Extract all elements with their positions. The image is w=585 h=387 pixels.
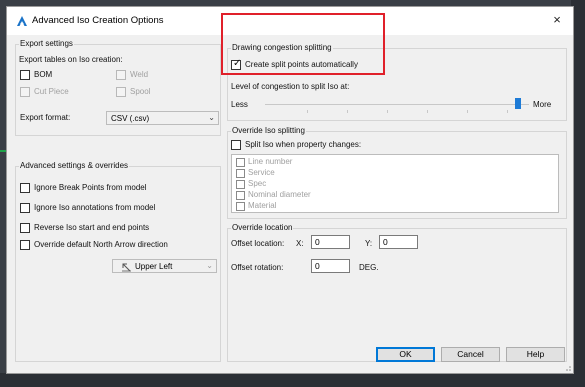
bom-label: BOM — [34, 70, 53, 79]
autocad-plant-icon — [17, 16, 27, 26]
override-iso-splitting-label: Override Iso splitting — [231, 126, 306, 135]
ignore-iso-annotations-checkbox[interactable] — [20, 203, 30, 213]
ignore-break-points-checkbox[interactable] — [20, 183, 30, 193]
slider-more-label: More — [533, 100, 552, 109]
advanced-settings-label: Advanced settings & overrides — [19, 161, 130, 170]
property-label: Material — [248, 201, 277, 210]
weld-checkbox[interactable] — [116, 70, 126, 80]
slider-less-label: Less — [231, 100, 248, 109]
override-location-label: Override location — [231, 223, 294, 232]
spool-checkbox[interactable] — [116, 87, 126, 97]
offset-rotation-value: 0 — [315, 261, 320, 271]
override-north-arrow-checkbox[interactable] — [20, 240, 30, 250]
bom-checkbox[interactable] — [20, 70, 30, 80]
export-format-label: Export format: — [20, 113, 71, 122]
close-icon[interactable]: × — [549, 12, 565, 28]
chevron-down-icon: ⌄ — [208, 113, 215, 122]
north-arrow-select[interactable]: Upper Left ⌄ — [112, 259, 217, 273]
congestion-slider-track[interactable] — [265, 104, 529, 105]
background-edge-bottom — [0, 373, 585, 387]
slider-tick — [387, 110, 388, 113]
slider-tick — [467, 110, 468, 113]
property-checkbox[interactable] — [236, 180, 245, 189]
north-arrow-value: Upper Left — [135, 262, 173, 271]
resize-grip-icon[interactable] — [563, 363, 571, 371]
slider-tick — [347, 110, 348, 113]
ignore-break-points-label: Ignore Break Points from model — [34, 183, 147, 192]
reverse-iso-label: Reverse Iso start and end points — [34, 223, 150, 232]
reverse-iso-checkbox[interactable] — [20, 223, 30, 233]
degrees-label: DEG. — [359, 263, 379, 272]
cut-piece-label: Cut Piece — [34, 87, 69, 96]
offset-x-label: X: — [296, 239, 304, 248]
property-label: Line number — [248, 157, 293, 166]
dialog-title: Advanced Iso Creation Options — [32, 15, 164, 26]
highlight-box — [221, 13, 385, 75]
chevron-down-icon: ⌄ — [206, 261, 213, 270]
north-arrow-icon — [122, 263, 131, 272]
offset-y-label: Y: — [365, 239, 373, 248]
slider-tick — [507, 110, 508, 113]
offset-rotation-label: Offset rotation: — [231, 263, 284, 272]
property-label: Service — [248, 168, 275, 177]
congestion-level-label: Level of congestion to split Iso at: — [231, 82, 350, 91]
override-north-arrow-label: Override default North Arrow direction — [34, 240, 168, 249]
weld-label: Weld — [130, 70, 149, 79]
advanced-iso-options-dialog: Advanced Iso Creation Options × Export s… — [6, 6, 574, 374]
split-iso-checkbox[interactable] — [231, 140, 241, 150]
property-checkbox[interactable] — [236, 158, 245, 167]
export-tables-label: Export tables on Iso creation: — [19, 55, 123, 64]
congestion-slider-thumb[interactable] — [515, 98, 521, 109]
offset-x-value: 0 — [315, 237, 320, 247]
help-button[interactable]: Help — [506, 347, 565, 362]
property-list[interactable]: Line number Service Spec Nominal diameter Ma… — [231, 154, 559, 213]
offset-y-input[interactable]: 0 — [379, 235, 418, 249]
spool-label: Spool — [130, 87, 151, 96]
offset-y-value: 0 — [383, 237, 388, 247]
split-iso-label: Split Iso when property changes: — [245, 140, 362, 149]
ignore-iso-annotations-label: Ignore Iso annotations from model — [34, 203, 156, 212]
property-label: Spec — [248, 179, 267, 188]
property-checkbox[interactable] — [236, 169, 245, 178]
ok-button[interactable]: OK — [376, 347, 435, 362]
export-settings-label: Export settings — [19, 39, 74, 48]
offset-location-label: Offset location: — [231, 239, 285, 248]
cancel-button[interactable]: Cancel — [441, 347, 500, 362]
slider-tick — [427, 110, 428, 113]
cut-piece-checkbox[interactable] — [20, 87, 30, 97]
property-checkbox[interactable] — [236, 191, 245, 200]
property-checkbox[interactable] — [236, 202, 245, 211]
offset-rotation-input[interactable]: 0 — [311, 259, 350, 273]
export-format-value: CSV (.csv) — [111, 114, 150, 123]
offset-x-input[interactable]: 0 — [311, 235, 350, 249]
property-label: Nominal diameter — [248, 190, 311, 199]
slider-tick — [307, 110, 308, 113]
export-format-select[interactable]: CSV (.csv) ⌄ — [106, 111, 219, 125]
